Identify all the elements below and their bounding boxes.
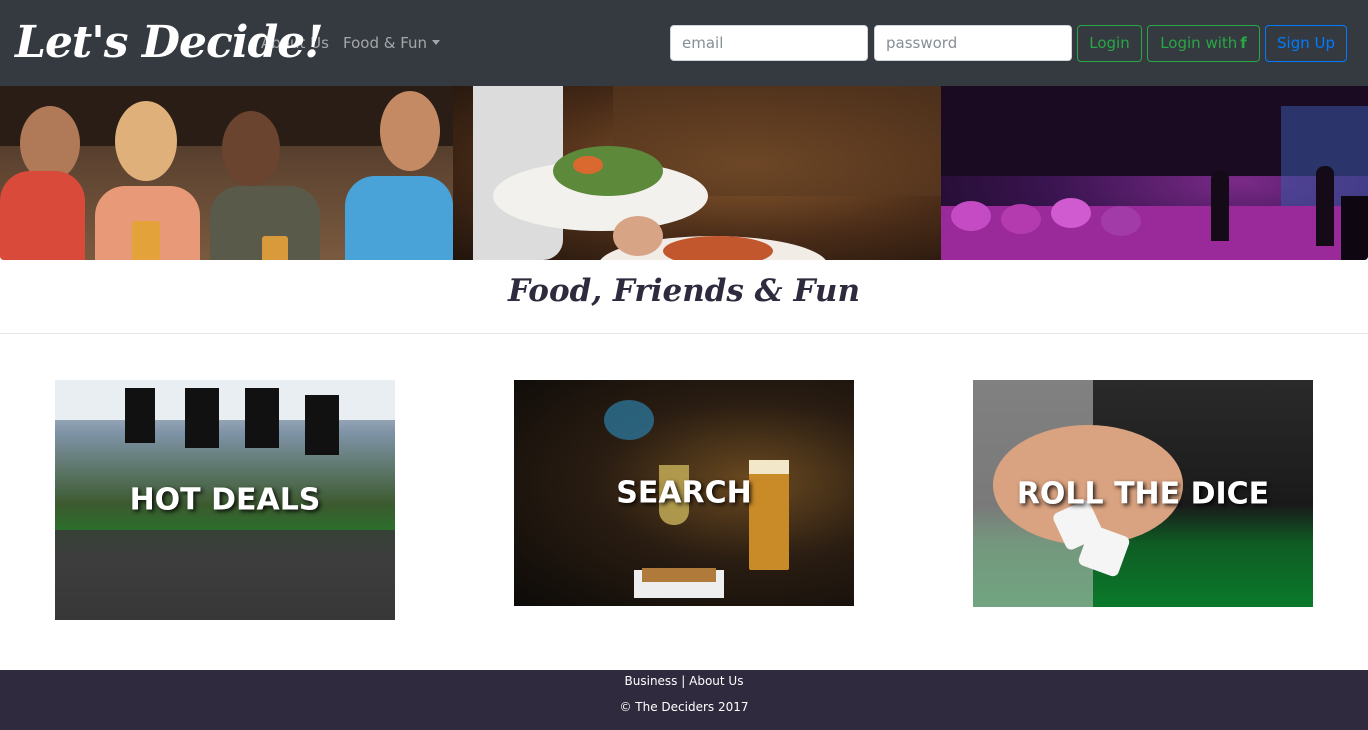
footer-separator: | bbox=[681, 674, 686, 688]
email-input[interactable] bbox=[670, 25, 868, 61]
section-divider bbox=[0, 333, 1368, 334]
footer-about-link[interactable]: About Us bbox=[689, 674, 743, 688]
footer-copyright: © The Deciders 2017 bbox=[619, 700, 749, 714]
roll-the-dice-card[interactable]: ROLL THE DICE bbox=[973, 380, 1313, 607]
roll-the-dice-label: ROLL THE DICE bbox=[1016, 476, 1270, 511]
hot-deals-label: HOT DEALS bbox=[129, 482, 321, 518]
login-with-label: Login with bbox=[1160, 34, 1238, 52]
stadium-photo-icon bbox=[55, 380, 395, 420]
hero-food-photo bbox=[453, 86, 941, 260]
password-input[interactable] bbox=[874, 25, 1072, 61]
hero-banner bbox=[0, 86, 1368, 260]
chevron-down-icon bbox=[432, 40, 441, 45]
nav-about-us[interactable]: About Us bbox=[261, 32, 329, 54]
search-label: SEARCH bbox=[616, 475, 752, 511]
hero-friends-photo bbox=[0, 86, 453, 260]
navbar: Let's Decide! About Us Food & Fun Login … bbox=[0, 0, 1368, 86]
hero-concert-photo bbox=[941, 86, 1368, 260]
login-button[interactable]: Login bbox=[1077, 25, 1142, 62]
page-tagline: Food, Friends & Fun bbox=[507, 273, 860, 309]
nav-food-fun-dropdown[interactable]: Food & Fun bbox=[343, 32, 441, 54]
hot-deals-card[interactable]: HOT DEALS bbox=[55, 380, 395, 620]
login-with-facebook-button[interactable]: Login with f bbox=[1147, 25, 1260, 62]
signup-button[interactable]: Sign Up bbox=[1265, 25, 1347, 62]
footer: Business | About Us © The Deciders 2017 bbox=[0, 670, 1368, 730]
facebook-icon: f bbox=[1240, 34, 1247, 52]
bar-drinks-photo-icon bbox=[604, 400, 654, 440]
footer-links: Business | About Us bbox=[0, 672, 1368, 690]
search-card[interactable]: SEARCH bbox=[514, 380, 854, 606]
footer-business-link[interactable]: Business bbox=[625, 674, 678, 688]
nav-food-fun-label: Food & Fun bbox=[343, 34, 428, 52]
